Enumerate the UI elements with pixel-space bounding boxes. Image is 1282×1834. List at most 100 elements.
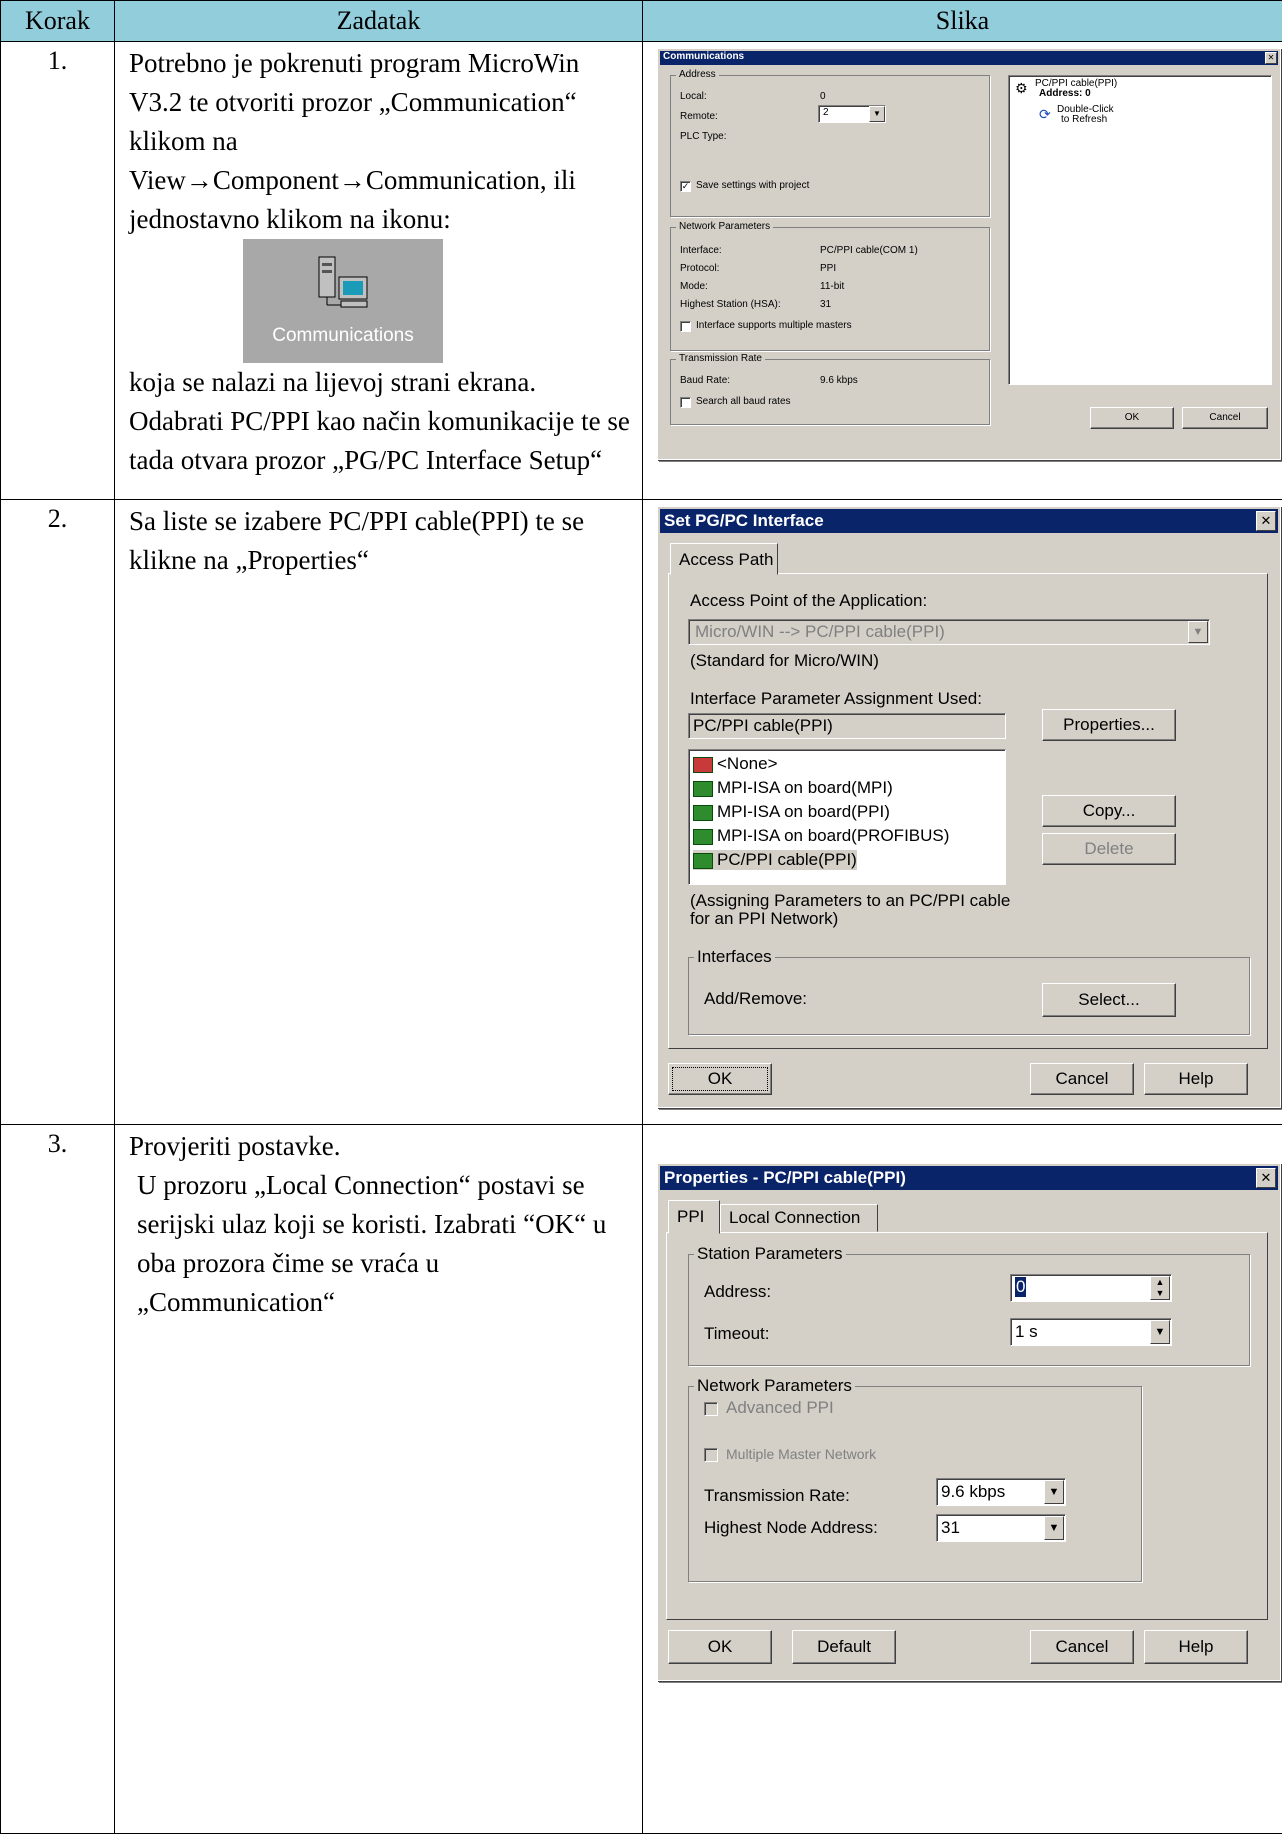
delete-button[interactable]: Delete [1042,833,1176,865]
step-number: 3. [0,1124,115,1834]
list-item[interactable]: MPI-ISA on board(PPI) [693,802,890,822]
board-icon [693,804,713,821]
tab-local-connection[interactable]: Local Connection [720,1204,878,1232]
board-icon [693,828,713,845]
none-icon [693,756,713,773]
add-remove-label: Add/Remove: [704,989,807,1008]
highest-node-label: Highest Node Address: [704,1518,878,1537]
header-korak: Korak [0,0,115,42]
remote-select[interactable]: 2 ▼ [818,105,886,123]
remote-value: 2 [823,107,829,118]
search-baud-label: Search all baud rates [696,396,791,407]
list-item[interactable]: <None> [693,754,778,774]
list-item-selected[interactable]: PC/PPI cable(PPI) [693,850,857,870]
copy-button[interactable]: Copy... [1042,795,1176,827]
default-button[interactable]: Default [792,1630,896,1664]
ok-button[interactable]: OK [1090,407,1174,429]
instruction-table: Korak Zadatak Slika 1. Potrebno je pokre… [0,0,1282,1834]
param-assignment-value: PC/PPI cable(PPI) [693,716,833,735]
ok-button[interactable]: OK [668,1063,772,1095]
set-pgpc-interface-window: Set PG/PC Interface ✕ Access Path Access… [657,506,1281,1108]
timeout-select[interactable]: 1 s ▼ [1010,1318,1172,1346]
communications-window: Communications ✕ Address Local: 0 Remote… [657,48,1281,460]
search-baud-checkbox[interactable] [680,397,691,408]
step-row-3: 3. Provjeriti postavke. U prozoru „Local… [0,1124,1282,1834]
step-row-1: 1. Potrebno je pokrenuti program MicroWi… [0,41,1282,500]
save-settings-checkbox[interactable]: ✓ [680,181,691,192]
close-icon[interactable]: ✕ [1256,511,1276,531]
highest-node-value: 31 [941,1518,960,1537]
chevron-down-icon[interactable]: ▼ [1044,1516,1064,1540]
close-icon[interactable]: ✕ [1265,52,1277,64]
board-icon [693,780,713,797]
address-label: Address: [704,1282,772,1301]
set-pgpc-titlebar: Set PG/PC Interface ✕ [660,509,1278,533]
multi-master-checkbox[interactable] [704,1448,718,1462]
timeout-value: 1 s [1015,1322,1038,1341]
advanced-ppi-checkbox[interactable] [704,1402,718,1416]
header-slika: Slika [642,0,1282,42]
chevron-down-icon[interactable]: ▼ [869,106,885,122]
hsa-value: 31 [820,299,832,310]
cancel-button[interactable]: Cancel [1030,1630,1134,1664]
interface-label: Interface: [680,245,722,256]
interfaces-group-label: Interfaces [694,947,775,967]
select-button[interactable]: Select... [1042,983,1176,1017]
transmission-rate-label: Transmission Rate [676,353,765,364]
help-button[interactable]: Help [1144,1630,1248,1664]
highest-node-select[interactable]: 31 ▼ [936,1514,1066,1542]
step-text-line2: U prozoru „Local Connection“ postavi se … [137,1170,607,1317]
properties-window: Properties - PC/PPI cable(PPI) ✕ PPI Loc… [657,1163,1281,1681]
step-text-line1: Provjeriti postavke. [129,1131,341,1161]
step-text: Sa liste se izabere PC/PPI cable(PPI) te… [114,499,643,1125]
chevron-down-icon[interactable]: ▼ [1044,1480,1064,1504]
access-point-label: Access Point of the Application: [690,591,928,610]
access-point-select[interactable]: Micro/WIN --> PC/PPI cable(PPI) ▼ [688,619,1210,645]
hsa-label: Highest Station (HSA): [680,299,781,310]
address-spinner[interactable]: 0 ▲ ▼ [1010,1274,1172,1302]
mode-value: 11-bit [820,281,845,292]
chevron-down-icon[interactable]: ▼ [1188,621,1208,643]
tree-address-label: Address: 0 [1039,88,1091,99]
multi-masters-checkbox[interactable] [680,321,691,332]
communications-titlebar: Communications ✕ [660,51,1278,65]
ok-button[interactable]: OK [668,1630,772,1664]
access-point-value: Micro/WIN --> PC/PPI cable(PPI) [695,622,945,641]
tree-refresh-line2: to Refresh [1061,114,1108,125]
network-tree-view[interactable]: ⚙ PC/PPI cable(PPI) Address: 0 ⟳ Double-… [1008,75,1272,385]
trans-rate-select[interactable]: 9.6 kbps ▼ [936,1478,1066,1506]
param-assignment-field[interactable]: PC/PPI cable(PPI) [688,713,1006,739]
remote-label: Remote: [680,111,718,122]
interface-list[interactable]: <None> MPI-ISA on board(MPI) MPI-ISA on … [688,749,1006,885]
help-button[interactable]: Help [1144,1063,1248,1095]
multi-masters-label: Interface supports multiple masters [696,320,852,331]
param-assignment-label: Interface Parameter Assignment Used: [690,689,982,708]
tab-ppi-label: PPI [677,1207,705,1226]
address-group [670,75,990,217]
network-params-label: Network Parameters [676,221,774,232]
tab-access-path[interactable]: Access Path [670,543,778,575]
baud-label: Baud Rate: [680,375,731,386]
cancel-button[interactable]: Cancel [1182,407,1268,429]
close-icon[interactable]: ✕ [1256,1168,1276,1188]
save-settings-label: Save settings with project [696,180,810,191]
list-item[interactable]: MPI-ISA on board(MPI) [693,778,893,798]
plc-type-label: PLC Type: [680,131,727,142]
step-number: 2. [0,499,115,1125]
local-value: 0 [820,91,826,102]
chevron-down-icon[interactable]: ▼ [1150,1320,1170,1344]
list-item[interactable]: MPI-ISA on board(PROFIBUS) [693,826,949,846]
cable-icon: ⚙ [1015,80,1028,96]
timeout-label: Timeout: [704,1324,770,1343]
protocol-label: Protocol: [680,263,720,274]
cancel-button[interactable]: Cancel [1030,1063,1134,1095]
step-text-continued: koja se nalazi na lijevoj strani ekrana.… [129,367,630,475]
properties-button[interactable]: Properties... [1042,709,1176,741]
address-group-label: Address [676,69,719,80]
step-row-2: 2. Sa liste se izabere PC/PPI cable(PPI)… [0,499,1282,1125]
advanced-ppi-label: Advanced PPI [726,1398,834,1417]
tab-ppi[interactable]: PPI [668,1200,720,1234]
communications-icon-button[interactable]: Communications [243,239,443,363]
refresh-icon[interactable]: ⟳ [1039,106,1051,123]
spinner-arrows-icon[interactable]: ▲ ▼ [1150,1276,1170,1300]
